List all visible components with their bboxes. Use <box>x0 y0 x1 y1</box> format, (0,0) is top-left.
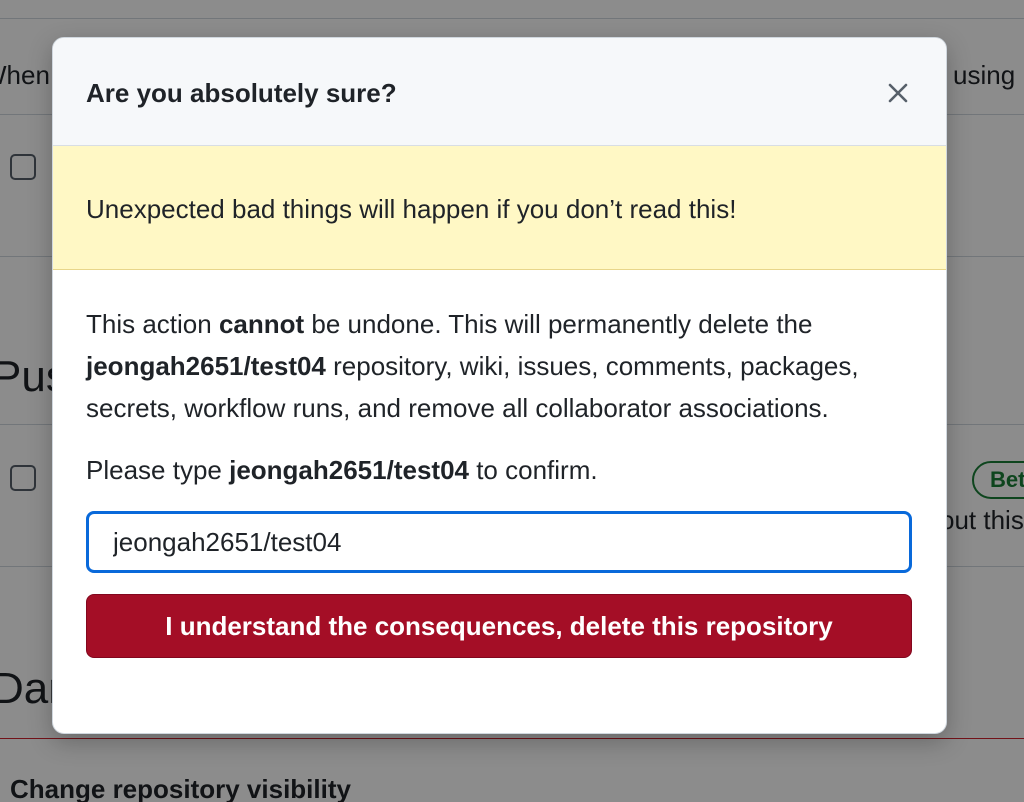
confirm-repository-input[interactable] <box>86 511 912 573</box>
delete-description: This action cannot be undone. This will … <box>86 303 916 429</box>
delete-repository-button[interactable]: I understand the consequences, delete th… <box>86 594 912 658</box>
delete-repository-dialog: Are you absolutely sure? Unexpected bad … <box>52 37 947 734</box>
description-text: This action <box>86 309 219 339</box>
warning-text: Unexpected bad things will happen if you… <box>86 194 737 224</box>
close-icon <box>888 83 908 103</box>
dialog-header: Are you absolutely sure? <box>53 38 946 146</box>
repository-name: jeongah2651/test04 <box>86 351 326 381</box>
description-emphasis: cannot <box>218 309 305 339</box>
confirm-repository-name: jeongah2651/test04 <box>229 455 469 485</box>
warning-banner: Unexpected bad things will happen if you… <box>53 146 946 270</box>
close-button[interactable] <box>883 78 913 108</box>
confirm-prefix: Please type <box>86 455 230 485</box>
confirm-instruction: Please type jeongah2651/test04 to confir… <box>86 449 913 491</box>
confirm-suffix: to confirm. <box>468 455 598 485</box>
dialog-body: This action cannot be undone. This will … <box>53 270 946 658</box>
dialog-title: Are you absolutely sure? <box>86 78 397 108</box>
description-text: be undone. This will permanently delete … <box>304 309 813 339</box>
